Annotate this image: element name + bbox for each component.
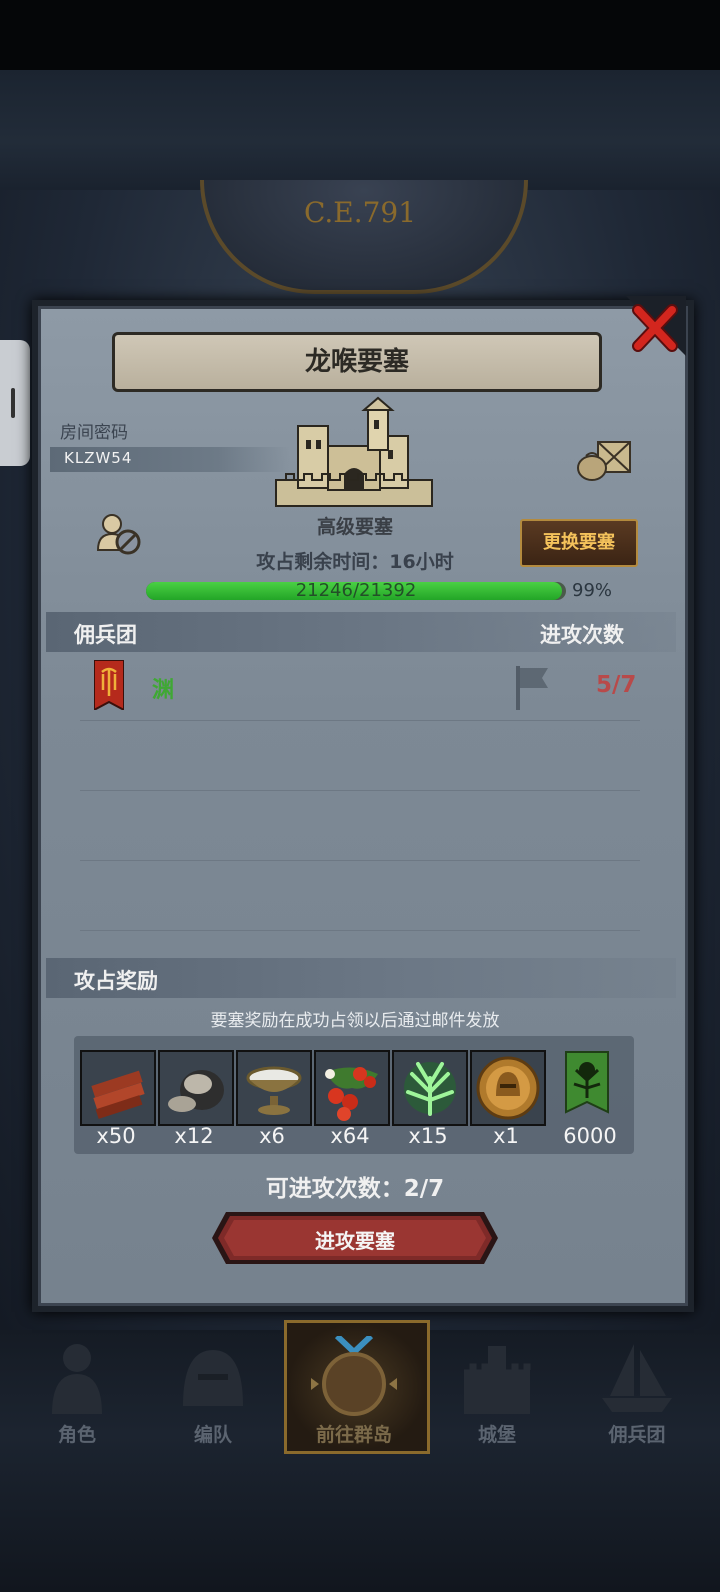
flag-icon	[512, 664, 550, 710]
salt-bowl-icon	[246, 1066, 302, 1115]
room-code-label: 房间密码	[60, 423, 128, 443]
row-divider	[80, 860, 640, 861]
nav-label-castle: 城堡	[477, 1424, 516, 1446]
mercenary-section-title: 佣兵团	[74, 623, 137, 647]
dialog-title: 龙喉要塞	[112, 332, 602, 392]
close-icon	[626, 296, 686, 356]
nav-label-go-islands: 前往群岛	[315, 1424, 392, 1446]
row-divider	[80, 790, 640, 791]
header-background	[0, 70, 720, 190]
reward-item-berries[interactable]	[314, 1050, 390, 1126]
close-button[interactable]	[622, 296, 686, 360]
era-label: C.E.791	[303, 196, 417, 229]
row-divider	[80, 930, 640, 931]
berries-icon	[325, 1067, 378, 1121]
change-fortress-button[interactable]: 更换要塞	[520, 519, 638, 567]
reward-qty: x12	[174, 1124, 214, 1148]
nav-label-mercenary: 佣兵团	[608, 1424, 666, 1446]
reward-note: 要塞奖励在成功占领以后通过邮件发放	[210, 1011, 500, 1031]
reward-qty: x1	[493, 1124, 519, 1148]
row-divider	[80, 720, 640, 721]
helmet-icon	[183, 1350, 243, 1406]
bag-crate-icon[interactable]	[574, 436, 634, 482]
fortress-castle-icon	[272, 396, 436, 510]
guild-banner-icon	[93, 659, 125, 712]
guild-name[interactable]: 渊	[152, 672, 174, 704]
nav-label-formation: 编队	[193, 1424, 232, 1446]
progress-percent: 99%	[572, 580, 613, 601]
reward-qty: x6	[259, 1124, 285, 1148]
reward-item-salt[interactable]	[236, 1050, 312, 1126]
room-code-value: KLZW54	[64, 449, 133, 467]
compass-icon	[311, 1333, 397, 1416]
reward-qty: 6000	[563, 1124, 617, 1148]
knight-helmet-coin-icon	[476, 1056, 540, 1120]
reward-item-spirit[interactable]	[392, 1050, 468, 1126]
wood-planks-icon	[91, 1070, 145, 1119]
knight-icon	[52, 1344, 102, 1414]
nav-label-role: 角色	[57, 1424, 96, 1446]
reward-item-banner[interactable]	[562, 1050, 612, 1120]
remaining-time: 攻占剩余时间：16小时	[256, 551, 454, 573]
ship-icon	[602, 1344, 672, 1412]
reward-section-title: 攻占奖励	[74, 969, 158, 993]
reward-qty: x64	[330, 1124, 370, 1148]
guild-attack-count: 5/7	[596, 672, 637, 698]
side-drawer-handle[interactable]	[0, 340, 30, 466]
available-attacks: 可进攻次数：2/7	[265, 1176, 445, 1202]
tree-banner-icon	[565, 1051, 609, 1114]
attack-count-column-title: 进攻次数	[540, 623, 624, 647]
reward-item-coin[interactable]	[470, 1050, 546, 1126]
fortress-type-label: 高级要塞	[316, 516, 393, 538]
status-bar-area	[0, 0, 720, 70]
castle-icon	[464, 1346, 531, 1414]
reward-qty: x50	[96, 1124, 136, 1148]
attack-fortress-label: 进攻要塞	[315, 1229, 395, 1253]
user-block-icon[interactable]	[96, 512, 142, 556]
progress-text: 21246/21392	[295, 580, 417, 601]
ore-rock-icon	[168, 1070, 224, 1112]
green-spirit-icon	[404, 1062, 456, 1116]
reward-qty: x15	[408, 1124, 448, 1148]
reward-item-wood[interactable]	[80, 1050, 156, 1126]
reward-item-ore[interactable]	[158, 1050, 234, 1126]
